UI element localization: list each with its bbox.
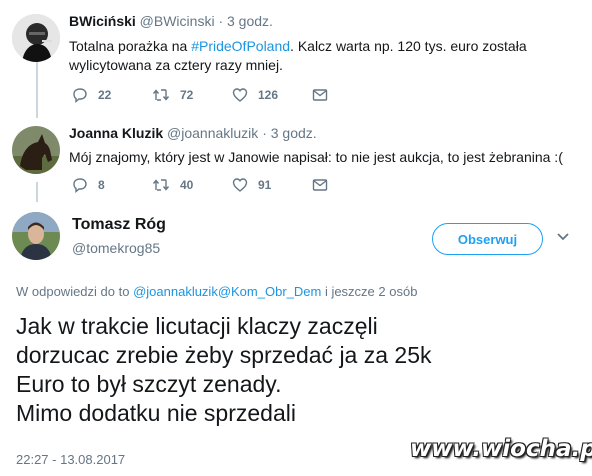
tweet-text-part: . Kalcz warta np. 120 tys. euro została bbox=[290, 38, 527, 54]
thread-line bbox=[36, 62, 38, 118]
reply-icon bbox=[73, 178, 87, 193]
reply-context-suffix[interactable]: i jeszcze 2 osób bbox=[321, 284, 418, 299]
retweet-icon bbox=[152, 179, 170, 191]
reply-button[interactable]: 8 bbox=[72, 177, 105, 193]
reply-context-prefix: W odpowiedzi do to bbox=[16, 284, 134, 299]
tweet-text-line: Mimo dodatku nie sprzedali bbox=[16, 400, 296, 426]
author-name[interactable]: Joanna Kluzik bbox=[69, 125, 163, 141]
like-count: 91 bbox=[258, 178, 272, 192]
tweet-actions: 8 40 91 bbox=[72, 177, 372, 197]
tweet-timestamp[interactable]: 22:27 - 13.08.2017 bbox=[16, 452, 125, 467]
message-icon bbox=[312, 179, 328, 191]
retweet-button[interactable]: 40 bbox=[152, 177, 193, 193]
tweet-text: Totalna porażka na #PrideOfPoland. Kalcz… bbox=[69, 37, 569, 75]
reply-button[interactable]: 22 bbox=[72, 87, 111, 103]
message-button[interactable] bbox=[312, 177, 328, 193]
tweet-text-line: dorzucac zrebie żeby sprzedać ja za 25k bbox=[16, 342, 432, 368]
reply-count: 22 bbox=[98, 88, 112, 102]
message-button[interactable] bbox=[312, 87, 328, 103]
tweet-text-part: Totalna porażka na bbox=[69, 38, 192, 54]
message-icon bbox=[312, 89, 328, 101]
tweet-header: BWiciński @BWicinski · 3 godz. bbox=[69, 13, 273, 29]
avatar[interactable] bbox=[12, 212, 60, 260]
author-handle[interactable]: @BWicinski bbox=[140, 13, 215, 29]
watermark: www.wiocha.pl bbox=[410, 436, 592, 462]
tweet-time[interactable]: · 3 godz. bbox=[262, 125, 316, 141]
reply-icon bbox=[73, 88, 87, 103]
tweet-actions: 22 72 126 bbox=[72, 87, 372, 107]
like-icon bbox=[232, 178, 248, 192]
tweet-text: Mój znajomy, który jest w Janowie napisa… bbox=[69, 148, 569, 167]
tweet-text-line: Jak w trakcie licutacji klaczy zaczęli bbox=[16, 313, 378, 339]
avatar[interactable] bbox=[12, 126, 60, 174]
thread-line bbox=[36, 182, 38, 202]
tweet-text-part: Mój znajomy, który jest w Janowie napisa… bbox=[69, 149, 563, 165]
author-handle[interactable]: @joannakluzik bbox=[167, 125, 258, 141]
like-icon bbox=[232, 88, 248, 102]
retweet-count: 72 bbox=[180, 88, 194, 102]
avatar[interactable] bbox=[12, 14, 60, 62]
reply-context-link[interactable]: @joannakluzik@Kom_Obr_Dem bbox=[133, 284, 321, 299]
reply-count: 8 bbox=[98, 178, 105, 192]
author-handle[interactable]: @tomekrog85 bbox=[72, 240, 160, 256]
like-count: 126 bbox=[258, 88, 279, 102]
follow-button[interactable]: Obserwuj bbox=[432, 223, 543, 255]
tweet-text-line: Euro to był szczyt zenady. bbox=[16, 371, 282, 397]
like-button[interactable]: 126 bbox=[232, 87, 278, 103]
chevron-down-icon[interactable] bbox=[556, 232, 570, 242]
retweet-count: 40 bbox=[180, 178, 194, 192]
like-button[interactable]: 91 bbox=[232, 177, 271, 193]
tweet-header: Joanna Kluzik @joannakluzik · 3 godz. bbox=[69, 125, 317, 141]
reply-context: W odpowiedzi do to @joannakluzik@Kom_Obr… bbox=[16, 284, 417, 299]
author-name[interactable]: BWiciński bbox=[69, 13, 136, 29]
retweet-button[interactable]: 72 bbox=[152, 87, 193, 103]
author-name[interactable]: Tomasz Róg bbox=[72, 216, 166, 234]
hashtag-link[interactable]: #PrideOfPoland bbox=[191, 38, 290, 54]
retweet-icon bbox=[152, 89, 170, 101]
tweet-text-part: wylicytowana za cztery razy mniej. bbox=[69, 57, 283, 73]
tweet-time[interactable]: · 3 godz. bbox=[218, 13, 272, 29]
main-tweet-text: Jak w trakcie licutacji klaczy zaczęli d… bbox=[16, 312, 576, 428]
